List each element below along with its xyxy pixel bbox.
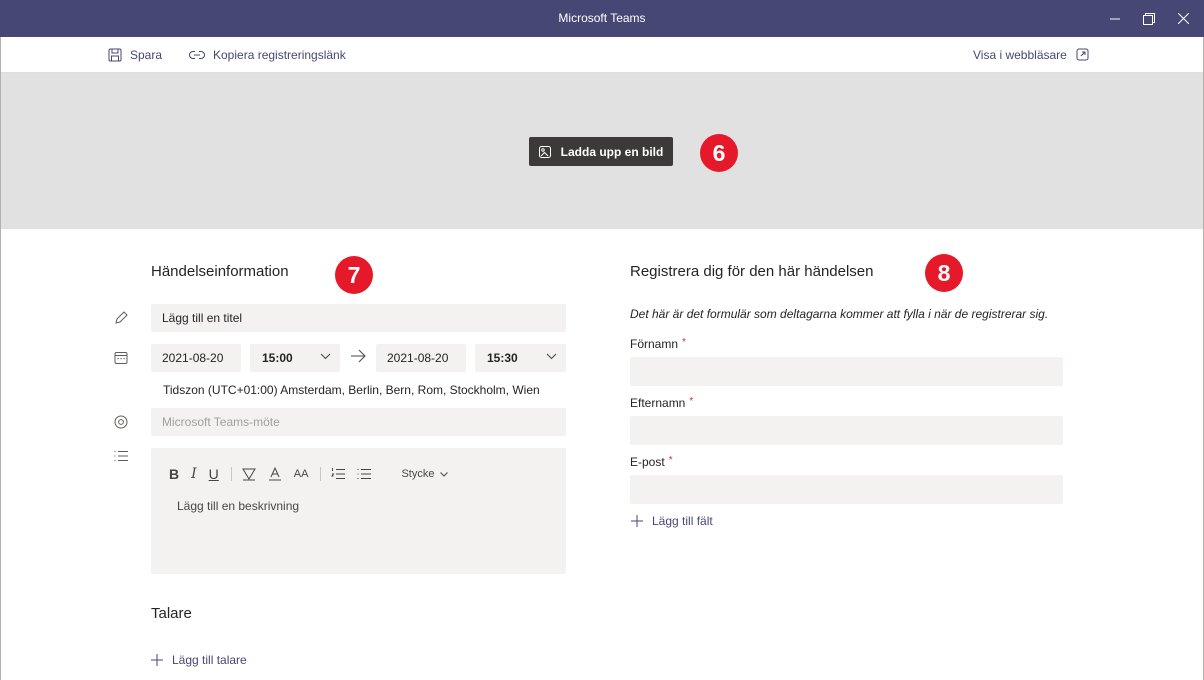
chevron-down-icon [440,471,449,477]
image-icon [538,145,551,158]
underline-button[interactable]: U [209,464,219,484]
link-icon [189,50,205,59]
formatting-toolbar: B I U AA Stycke [169,464,449,484]
paragraph-style-value: Stycke [401,468,435,480]
font-size-button[interactable]: AA [294,464,309,484]
copy-registration-link-button[interactable]: Kopiera registreringslänk [189,37,346,72]
pencil-icon [112,309,130,327]
start-date-field[interactable]: 2021-08-20 [151,344,241,372]
plus-icon [631,515,643,527]
start-time-value: 15:00 [262,351,293,365]
required-marker: * [682,337,686,348]
event-title-input[interactable]: Lägg till en titel [151,304,566,332]
plus-icon [151,654,163,666]
registration-heading: Registrera dig för den här händelsen [630,263,874,280]
view-in-browser-label: Visa i webbläsare [973,47,1067,62]
first-name-label: Förnamn * [630,337,686,351]
calendar-icon [112,349,130,367]
numbered-list-button[interactable] [331,464,346,484]
last-name-label-text: Efternamn [630,396,686,410]
event-info-heading: Händelseinformation [151,263,289,280]
email-field[interactable] [630,475,1063,504]
font-color-button[interactable] [268,464,282,484]
last-name-label: Efternamn * [630,396,693,410]
bulleted-list-button[interactable] [357,464,372,484]
add-field-button[interactable]: Lägg till fält [631,514,713,528]
minimize-button[interactable] [1098,0,1132,37]
save-label: Spara [130,47,163,62]
italic-button[interactable]: I [191,464,197,484]
highlight-icon [241,468,256,481]
first-name-label-text: Förnamn [630,337,679,351]
callout-marker-8: 8 [925,254,963,292]
save-button[interactable]: Spara [108,37,162,72]
email-label-text: E-post [630,455,665,469]
close-icon [1177,13,1189,24]
first-name-field[interactable] [630,357,1063,386]
open-external-icon [1076,48,1089,61]
highlight-button[interactable] [241,464,256,484]
callout-marker-7: 7 [335,256,373,294]
callout-marker-6: 6 [700,134,738,172]
minimize-icon [1110,18,1120,19]
view-in-browser-button[interactable]: Visa i webbläsare [973,37,1089,72]
restore-button[interactable] [1132,0,1166,37]
add-speaker-button[interactable]: Lägg till talare [151,653,247,667]
start-time-dropdown[interactable]: 15:00 [250,344,340,372]
required-marker: * [689,396,694,407]
last-name-field[interactable] [630,416,1063,445]
required-marker: * [668,455,673,466]
bold-button[interactable]: B [169,464,179,484]
end-date-field[interactable]: 2021-08-20 [376,344,466,372]
toolbar: Spara Kopiera registreringslänk Visa i w… [0,37,1204,73]
description-editor[interactable]: B I U AA Stycke Lägg till en beskrivning [151,448,566,574]
end-time-dropdown[interactable]: 15:30 [475,344,566,372]
window-title-bar: Microsoft Teams [0,0,1204,37]
upload-image-button[interactable]: Ladda upp en bild [529,137,673,166]
chevron-down-icon [546,353,557,360]
copy-link-label: Kopiera registreringslänk [213,47,346,62]
location-input[interactable]: Microsoft Teams-möte [151,408,566,436]
timezone-link[interactable]: Tidszon (UTC+01:00) Amsterdam, Berlin, B… [163,383,540,397]
bulleted-list-icon [357,469,372,479]
upload-image-label: Ladda upp en bild [560,144,664,159]
toolbar-divider [320,467,322,481]
close-button[interactable] [1166,0,1200,37]
description-placeholder: Lägg till en beskrivning [177,499,300,513]
add-speaker-label: Lägg till talare [172,653,247,667]
location-icon [112,413,130,431]
window-title: Microsoft Teams [558,11,646,25]
speakers-heading: Talare [151,605,192,622]
description-list-icon [112,447,130,465]
email-label: E-post * [630,455,673,469]
end-time-value: 15:30 [487,351,518,365]
save-icon [108,48,122,61]
paragraph-style-dropdown[interactable]: Stycke [401,468,449,480]
toolbar-divider [230,467,232,481]
banner-image-area: Ladda upp en bild [0,73,1204,229]
arrow-right-icon [351,349,366,363]
chevron-down-icon [320,353,331,360]
registration-description: Det här är det formulär som deltagarna k… [630,307,1049,321]
restore-icon [1143,12,1155,25]
add-field-label: Lägg till fält [652,514,713,528]
numbered-list-icon [331,468,346,479]
font-color-icon [268,467,281,481]
